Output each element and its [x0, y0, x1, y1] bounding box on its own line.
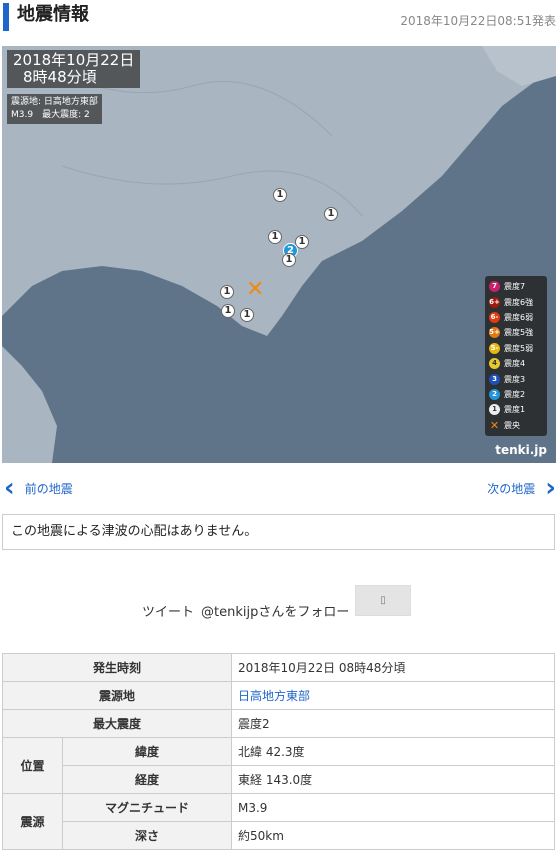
epicenter-row-label: 震源地	[2, 681, 232, 710]
legend-item: 1 震度1	[489, 402, 543, 417]
longitude-label: 経度	[62, 765, 232, 794]
table-row: 震源 マグニチュード M3.9	[2, 793, 555, 850]
legend-label: 震央	[504, 420, 520, 430]
epicenter-icon: ✕	[246, 277, 265, 302]
table-row: 発生時刻 2018年10月22日 08時48分頃	[2, 653, 555, 682]
legend-item: 7 震度7	[489, 279, 543, 294]
legend-label: 震度6弱	[504, 312, 534, 322]
intensity-4-icon: 4	[489, 358, 500, 370]
table-row: 深さ 約50km	[3, 821, 555, 850]
depth-value: 約50km	[231, 821, 555, 850]
intensity-6-upper-icon: 6+	[489, 296, 500, 308]
legend-item: 6+ 震度6強	[489, 294, 543, 309]
intensity-marker: 1	[220, 285, 234, 299]
intensity-5-upper-icon: 5+	[489, 327, 500, 339]
chevron-right-icon: ›	[545, 473, 556, 503]
legend-label: 震度6強	[504, 297, 534, 307]
legend-item: 3 震度3	[489, 371, 543, 386]
legend-label: 震度1	[504, 405, 526, 415]
intensity-marker: 1	[240, 308, 254, 322]
intensity-marker: 1	[268, 230, 282, 244]
earthquake-map: 2018年10月22日 8時48分頃 震源地: 日高地方東部 M3.9 最大震度…	[2, 46, 556, 463]
table-row: 位置 緯度 北緯 42.3度	[2, 737, 555, 794]
table-row: 震源地 日高地方東部	[2, 681, 555, 710]
legend-label: 震度5弱	[504, 343, 534, 353]
quake-info-table: 発生時刻 2018年10月22日 08時48分頃 震源地 日高地方東部 最大震度…	[2, 653, 555, 850]
max-intensity-label: 最大震度	[2, 709, 232, 738]
tenki-logo: tenki.jp	[495, 443, 547, 457]
follow-button[interactable]: @tenkijpさんをフォロー	[201, 601, 349, 620]
next-quake-label: 次の地震	[487, 481, 536, 496]
page-header: 地震情報 2018年10月22日08:51発表	[0, 0, 560, 40]
legend-item: ✕ 震央	[489, 418, 543, 433]
legend-item: 5- 震度5弱	[489, 341, 543, 356]
legend-item: 6- 震度6弱	[489, 310, 543, 325]
intensity-marker: 1	[282, 253, 296, 267]
prev-quake-label: 前の地震	[24, 481, 73, 496]
intensity-1-icon: 1	[489, 404, 500, 416]
time-stamp: 2018年10月22日 8時48分頃	[7, 50, 141, 88]
intensity-7-icon: 7	[489, 281, 500, 293]
epicenter-summary: 震源地: 日高地方東部 M3.9 最大震度: 2	[7, 94, 102, 124]
quake-navigation: ‹ 前の地震 次の地震 ›	[0, 474, 560, 504]
page-title: 地震情報	[17, 4, 89, 25]
intensity-2-icon: 2	[489, 388, 500, 400]
social-buttons: ツイート @tenkijpさんをフォロー ▯	[0, 585, 560, 625]
tweet-button[interactable]: ツイート	[142, 601, 194, 620]
legend-label: 震度5強	[504, 328, 534, 338]
latitude-value: 北緯 42.3度	[231, 737, 555, 766]
occurred-label: 発生時刻	[2, 653, 232, 682]
legend-item: 4 震度4	[489, 356, 543, 371]
broken-image-icon: ▯	[355, 585, 411, 616]
latitude-label: 緯度	[62, 737, 232, 766]
magnitude-row-label: マグニチュード	[62, 793, 232, 822]
legend-label: 震度3	[504, 374, 526, 384]
legend-label: 震度2	[504, 389, 526, 399]
intensity-marker: 1	[221, 304, 235, 318]
title-accent-bar	[3, 3, 9, 31]
tsunami-notice: この地震による津波の心配はありません。	[2, 514, 555, 550]
legend-label: 震度4	[504, 359, 526, 369]
intensity-3-icon: 3	[489, 373, 500, 385]
posted-time: 2018年10月22日08:51発表	[400, 14, 556, 28]
magnitude-label: M3.9 最大震度: 2	[11, 110, 90, 120]
intensity-marker: 1	[273, 188, 287, 202]
table-row: 最大震度 震度2	[2, 709, 555, 738]
occurred-value: 2018年10月22日 08時48分頃	[231, 653, 555, 682]
epicenter-legend-icon: ✕	[489, 418, 500, 432]
intensity-5-lower-icon: 5-	[489, 342, 500, 354]
intensity-legend: 7 震度7 6+ 震度6強 6- 震度6弱 5+ 震度5強 5- 震度5弱 4 震度4 3震…	[485, 276, 547, 436]
epicenter-label: 震源地: 日高地方東部	[11, 97, 98, 107]
table-row: 経度 東経 143.0度	[3, 765, 555, 794]
next-quake-link[interactable]: 次の地震 ›	[487, 474, 556, 502]
source-label: 震源	[2, 793, 63, 850]
chevron-left-icon: ‹	[4, 473, 15, 503]
longitude-value: 東経 143.0度	[231, 765, 555, 794]
max-intensity-value: 震度2	[231, 709, 555, 738]
intensity-marker: 1	[324, 207, 338, 221]
magnitude-value: M3.9	[231, 793, 555, 822]
intensity-6-lower-icon: 6-	[489, 311, 500, 323]
legend-item: 5+ 震度5強	[489, 325, 543, 340]
legend-item: 2 震度2	[489, 387, 543, 402]
stamp-time: 8時48分頃	[23, 68, 97, 86]
depth-label: 深さ	[62, 821, 232, 850]
stamp-date: 2018年10月22日	[13, 51, 135, 69]
position-label: 位置	[2, 737, 63, 794]
epicenter-link[interactable]: 日高地方東部	[231, 681, 555, 710]
prev-quake-link[interactable]: ‹ 前の地震	[4, 474, 73, 502]
legend-label: 震度7	[504, 282, 526, 292]
